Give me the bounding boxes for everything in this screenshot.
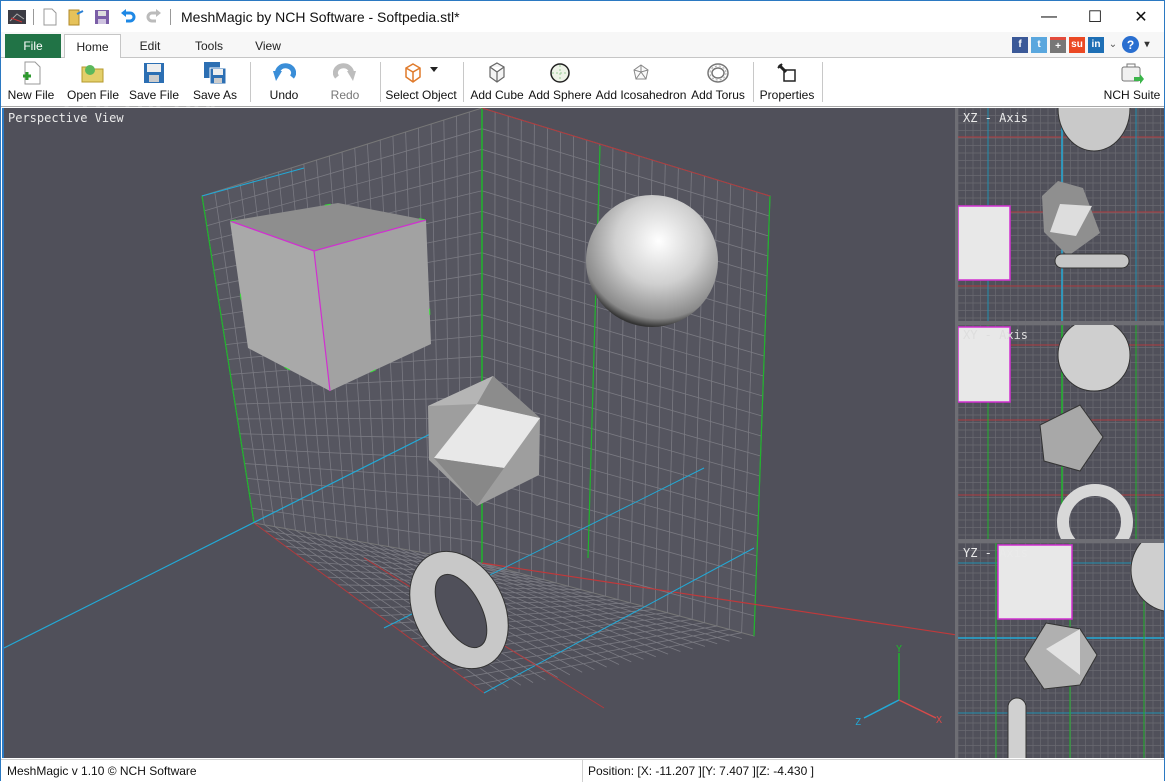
undo-button[interactable]: Undo [264,60,304,105]
torus-object [1008,698,1026,758]
toolbar-separator [250,62,251,102]
add-torus-button[interactable]: Add Torus [690,60,746,105]
save-icon[interactable] [92,7,112,27]
status-divider [582,760,583,782]
help-dropdown-icon[interactable]: ▾ [1142,37,1152,53]
select-object-icon [401,61,441,85]
status-bar: MeshMagic v 1.10 © NCH Software Position… [1,759,1164,781]
xy-axis-label: XY - Axis [963,328,1028,342]
add-icosahedron-label: Add Icosahedron [596,88,687,102]
add-sphere-button[interactable]: Add Sphere [530,60,590,105]
select-object-label: Select Object [385,88,456,102]
redo-icon[interactable] [144,7,164,27]
toolbar-separator [463,62,464,102]
facebook-icon[interactable]: f [1012,37,1028,53]
quick-access-separator [33,9,34,25]
tab-tools[interactable]: Tools [183,34,235,58]
undo-icon [272,61,296,85]
window-controls: — ☐ ✕ [1026,1,1164,32]
tab-view[interactable]: View [243,34,293,58]
new-file-icon [19,61,43,85]
undo-label: Undo [270,88,299,102]
torus-icon [706,61,730,85]
redo-button[interactable]: Redo [325,60,365,105]
torus-object [1055,254,1129,268]
nch-suite-button[interactable]: NCH Suite [1103,60,1161,105]
cursor-position-readout: Position: [X: -11.207 ][Y: 7.407 ][Z: -4… [588,764,814,778]
xy-scene [958,325,1164,539]
sphere-icon [548,61,572,85]
app-version-text: MeshMagic v 1.10 © NCH Software [7,764,197,778]
yz-scene [958,543,1164,758]
title-separator [170,9,171,25]
gizmo-z-axis [864,700,899,718]
properties-icon [775,61,799,85]
add-torus-label: Add Torus [691,88,745,102]
sphere-object [1058,108,1130,151]
gizmo-z-label: Z [855,717,861,728]
nch-suite-icon [1120,61,1144,85]
sphere-object [1058,325,1130,391]
add-icosahedron-button[interactable]: Add Icosahedron [597,60,685,105]
toolbar-separator [753,62,754,102]
xz-scene [958,108,1164,321]
redo-label: Redo [331,88,360,102]
nch-suite-label: NCH Suite [1104,88,1161,102]
sphere-object [1131,543,1164,612]
help-icon[interactable]: ? [1122,36,1139,53]
axis-gizmo [864,653,936,718]
social-links: f t + su in ⌄ ? ▾ [1012,36,1152,53]
xz-axis-viewport[interactable]: XZ - Axis [958,108,1164,321]
undo-icon[interactable] [118,7,138,27]
ribbon-tabs: File Home Edit Tools View f t + su in ⌄ … [1,32,1164,58]
tab-edit[interactable]: Edit [125,34,175,58]
perspective-view-label: Perspective View [8,111,124,125]
maximize-button[interactable]: ☐ [1072,1,1118,32]
save-as-icon [203,61,227,85]
add-cube-label: Add Cube [470,88,523,102]
add-sphere-label: Add Sphere [528,88,591,102]
add-cube-button[interactable]: Add Cube [470,60,524,105]
xz-axis-label: XZ - Axis [963,111,1028,125]
gizmo-x-axis [899,700,936,718]
yz-axis-label: YZ - Axis [963,546,1028,560]
tab-file[interactable]: File [5,34,61,58]
floppy-disk-icon [142,61,166,85]
app-window: MeshMagic by NCH Software - Softpedia.st… [0,0,1165,781]
redo-icon [333,61,357,85]
window-title: MeshMagic by NCH Software - Softpedia.st… [181,9,460,25]
gizmo-y-label: Y [896,644,902,655]
perspective-viewport[interactable]: Y X Z Perspective View [2,108,955,758]
new-file-button[interactable]: New File [7,60,55,105]
app-icon[interactable] [7,7,27,27]
minimize-button[interactable]: — [1026,1,1072,32]
cube-object [958,206,1010,280]
gizmo-x-label: X [936,715,942,726]
open-file-icon[interactable] [66,7,86,27]
twitter-icon[interactable]: t [1031,37,1047,53]
properties-button[interactable]: Properties [759,60,815,105]
new-file-icon[interactable] [40,7,60,27]
properties-label: Properties [760,88,815,102]
sphere-object [586,195,718,327]
select-object-button[interactable]: Select Object [385,60,457,105]
tab-home[interactable]: Home [64,34,121,59]
close-button[interactable]: ✕ [1118,1,1164,32]
new-file-label: New File [8,88,55,102]
cube-icon [485,61,509,85]
google-plus-icon[interactable]: + [1050,37,1066,53]
toolbar-separator [822,62,823,102]
xy-axis-viewport[interactable]: XY - Axis [958,325,1164,539]
perspective-scene: Y X Z [4,108,955,758]
icosahedron-icon [629,61,653,85]
viewport-area: Y X Z Perspective View XZ - [2,108,1164,758]
toolbar-separator [380,62,381,102]
stumbleupon-icon[interactable]: su [1069,37,1085,53]
linkedin-icon[interactable]: in [1088,37,1104,53]
title-bar: MeshMagic by NCH Software - Softpedia.st… [1,1,1164,32]
social-dropdown-icon[interactable]: ⌄ [1107,37,1119,53]
yz-axis-viewport[interactable]: YZ - Axis [958,543,1164,758]
open-folder-icon [81,61,105,85]
